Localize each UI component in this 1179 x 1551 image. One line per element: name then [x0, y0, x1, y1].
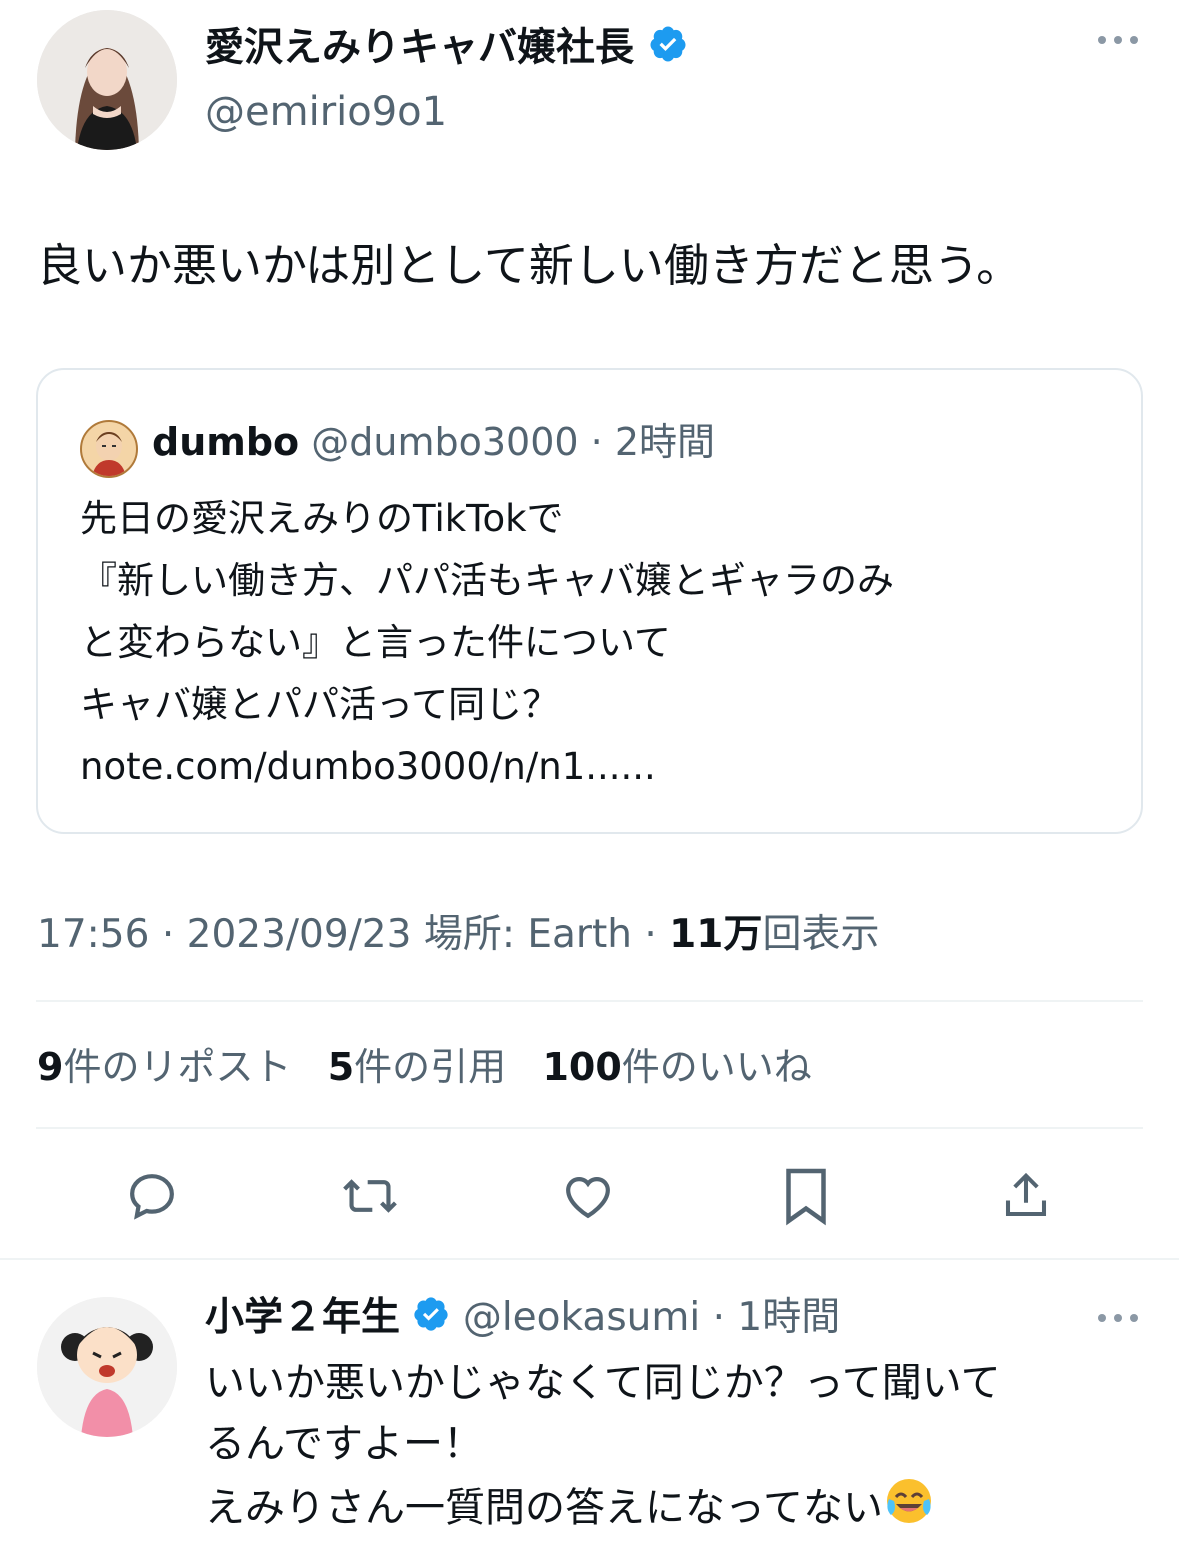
tweet-meta: 17:56 · 2023/09/23 場所: Earth · 11万回表示 — [37, 910, 879, 960]
tweet-location: 場所: Earth — [423, 912, 632, 957]
bookmark-icon[interactable] — [774, 1164, 838, 1228]
author-avatar[interactable] — [37, 10, 177, 150]
retweet-icon[interactable] — [338, 1164, 402, 1228]
reply-icon[interactable] — [120, 1164, 184, 1228]
reply-text: いいか悪いかじゃなくて同じか？って聞いて るんですよー！ えみりさん一質問の答え… — [205, 1360, 1001, 1531]
more-options-icon[interactable] — [1096, 30, 1140, 54]
quoted-author-name: dumbo — [152, 420, 300, 464]
quoted-author-avatar — [80, 420, 138, 478]
avatar-image — [37, 10, 177, 150]
quoted-tweet-text: 先日の愛沢えみりのTikTokで 『新しい働き方、パパ活もキャバ嬢とギャラのみ … — [80, 497, 894, 788]
avatar-image — [37, 1297, 177, 1437]
like-icon[interactable] — [556, 1164, 620, 1228]
divider — [36, 1127, 1143, 1129]
quoted-time: · 2時間 — [590, 420, 716, 464]
author-name[interactable]: 愛沢えみりキャバ嬢社長 — [205, 26, 634, 71]
reply-author-name[interactable]: 小学２年生 — [205, 1295, 400, 1340]
tweet-date: 2023/09/23 — [186, 912, 412, 957]
tweet-text: 良いか悪いかは別として新しい働き方だと思う。 — [37, 239, 1022, 292]
tweet-time: 17:56 — [37, 912, 150, 957]
repost-stat[interactable]: 9件のリポスト — [37, 1045, 291, 1089]
share-icon[interactable] — [994, 1164, 1058, 1228]
like-stat[interactable]: 100件のいいね — [542, 1045, 811, 1089]
reply-author-handle[interactable]: @leokasumi — [463, 1295, 700, 1340]
reply-text-block: いいか悪いかじゃなくて同じか？って聞いて るんですよー！ えみりさん一質問の答え… — [205, 1353, 1001, 1545]
reply-author-avatar[interactable] — [37, 1297, 177, 1437]
reply-more-options-icon[interactable] — [1096, 1308, 1140, 1332]
verified-badge-icon — [648, 24, 688, 76]
quoted-tweet-card[interactable]: dumbo @dumbo3000 · 2時間 先日の愛沢えみりのTikTokで … — [36, 368, 1143, 834]
quoted-author-row: dumbo @dumbo3000 · 2時間 — [152, 418, 715, 466]
view-count: 11万 — [669, 912, 763, 957]
laughing-crying-emoji-icon — [883, 1475, 935, 1545]
author-name-row: 愛沢えみりキャバ嬢社長 — [205, 24, 688, 76]
engagement-stats: 9件のリポスト 5件の引用 100件のいいね — [37, 1042, 812, 1092]
divider — [36, 1000, 1143, 1002]
view-label: 回表示 — [762, 912, 880, 957]
reply-time: · 1時間 — [712, 1295, 841, 1340]
meta-separator: · — [644, 912, 657, 957]
reply-author-row: 小学２年生 @leokasumi · 1時間 — [205, 1294, 840, 1345]
quote-stat[interactable]: 5件の引用 — [328, 1045, 506, 1089]
section-divider — [0, 1258, 1179, 1260]
meta-separator: · — [161, 912, 175, 957]
verified-badge-icon — [412, 1295, 450, 1345]
author-handle[interactable]: @emirio9o1 — [205, 88, 447, 136]
quoted-author-handle: @dumbo3000 — [311, 420, 579, 464]
avatar-image — [92, 431, 126, 476]
